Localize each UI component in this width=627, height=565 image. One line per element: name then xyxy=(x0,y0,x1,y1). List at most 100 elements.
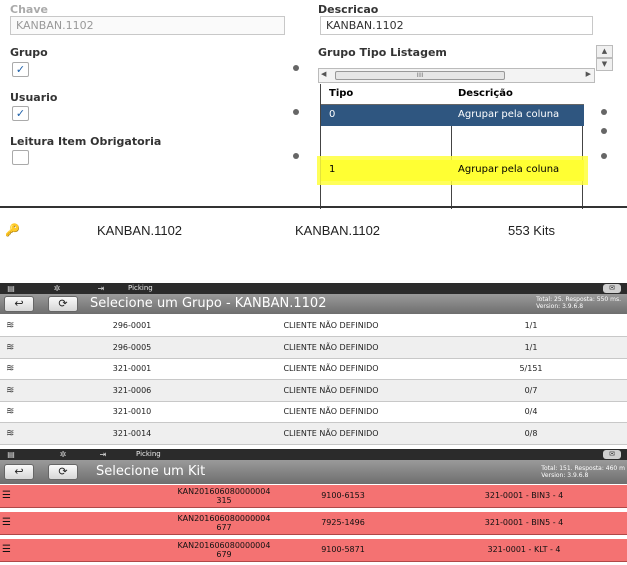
kit-location: 321-0001 - BIN5 - 4 xyxy=(484,518,564,527)
kit-list-row[interactable]: ☰ KAN201606080000004 315 9100-6153 321-0001 … xyxy=(0,485,627,508)
scroll-left-button[interactable]: ◀ xyxy=(321,70,326,78)
screen-title: Selecione um Grupo - KANBAN.1102 xyxy=(90,296,327,311)
layers-icon: ≋ xyxy=(6,384,15,396)
dot-marker xyxy=(293,65,299,71)
leitura-item-label: Leitura Item Obrigatoria xyxy=(10,135,162,148)
kit-code-line-1: KAN201606080000004 xyxy=(177,487,271,496)
leitura-item-checkbox[interactable] xyxy=(12,150,29,165)
kit-part: 9100-5871 xyxy=(321,545,365,554)
group-list-row[interactable]: ≋ 321-0010 CLIENTE NÃO DEFINIDO 0/4 xyxy=(0,401,627,424)
group-list-row[interactable]: ≋ 321-0001 CLIENTE NÃO DEFINIDO 5/151 xyxy=(0,358,627,381)
grupo-tipo-listbox[interactable]: ▲ ▼ ◀ IIII ▶ Tipo Descrição 0 Agrupar pe… xyxy=(318,42,613,222)
summary-col-2: KANBAN.1102 xyxy=(295,223,381,238)
grupo-checkbox[interactable]: ✓ xyxy=(12,62,29,77)
group-selection-screen: ▤ ✲ ⇥ Picking ✉ ↩ ⟳ Selecione um Grupo -… xyxy=(0,283,627,448)
listing-config-form: Chave KANBAN.1102 Descricao KANBAN.1102 … xyxy=(0,0,627,222)
grid-cell-descricao: Agrupar pela coluna xyxy=(458,164,560,175)
scroll-thumb[interactable]: IIII xyxy=(335,71,505,80)
gear-icon[interactable]: ✲ xyxy=(50,283,64,294)
group-client: CLIENTE NÃO DEFINIDO xyxy=(283,321,379,330)
layers-icon: ≋ xyxy=(6,320,15,331)
group-client: CLIENTE NÃO DEFINIDO xyxy=(283,407,379,417)
group-client: CLIENTE NÃO DEFINIDO xyxy=(283,342,379,352)
kit-list-row[interactable]: ☰ KAN201606080000004 677 7925-1496 321-0001 … xyxy=(0,512,627,535)
group-list-row[interactable]: ≋ 296-0005 CLIENTE NÃO DEFINIDO 1/1 xyxy=(0,336,627,359)
group-qty: 1/1 xyxy=(524,321,538,330)
group-qty: 0/8 xyxy=(524,429,538,438)
group-list-row[interactable]: ≋ 296-0001 CLIENTE NÃO DEFINIDO 1/1 xyxy=(0,315,627,337)
screen-header: ↩ ⟳ Selecione um Kit Total: 151. Respost… xyxy=(0,460,627,484)
exit-icon[interactable]: ⇥ xyxy=(96,449,110,460)
back-button[interactable]: ↩ xyxy=(4,296,34,312)
kit-location: 321-0001 - KLT - 4 xyxy=(487,545,561,554)
group-client: CLIENTE NÃO DEFINIDO xyxy=(283,385,379,395)
scroll-up-button[interactable]: ▲ xyxy=(596,45,613,58)
app-title: Picking xyxy=(128,284,153,292)
exit-icon[interactable]: ⇥ xyxy=(94,283,108,294)
version-text: Version: 3.9.6.8 xyxy=(541,472,589,479)
mail-icon[interactable]: ✉ xyxy=(603,284,621,293)
grid-header: Tipo Descrição xyxy=(321,84,584,105)
grid-cell-descricao: Agrupar pela coluna xyxy=(458,109,560,120)
usuario-checkbox[interactable]: ✓ xyxy=(12,106,29,121)
group-list-row[interactable]: ≋ 321-0014 CLIENTE NÃO DEFINIDO 0/8 xyxy=(0,423,627,445)
descricao-label: Descricao xyxy=(318,3,379,16)
response-total: Total: 151. Resposta: 460 m xyxy=(541,465,625,472)
app-title: Picking xyxy=(136,450,161,458)
kit-code-line-2: 677 xyxy=(216,523,232,532)
list-icon: ☰ xyxy=(2,544,11,555)
summary-col-1: KANBAN.1102 xyxy=(97,223,183,238)
group-client: CLIENTE NÃO DEFINIDO xyxy=(283,429,379,438)
list-icon: ☰ xyxy=(2,517,11,528)
group-qty: 0/4 xyxy=(524,407,538,417)
kit-part: 9100-6153 xyxy=(321,491,365,500)
header-tipo: Tipo xyxy=(329,88,354,99)
horizontal-scrollbar[interactable]: ◀ IIII ▶ xyxy=(318,68,595,83)
dot-marker xyxy=(293,109,299,115)
group-qty: 1/1 xyxy=(524,342,538,352)
header-descricao: Descrição xyxy=(458,88,513,99)
summary-row[interactable]: 🔑 KANBAN.1102 KANBAN.1102 553 Kits xyxy=(0,209,627,283)
chave-label: Chave xyxy=(10,3,48,16)
grid-row-highlighted[interactable]: 1 Agrupar pela coluna xyxy=(321,160,584,181)
chave-field[interactable]: KANBAN.1102 xyxy=(10,16,285,35)
kit-selection-screen: ▤ ✲ ⇥ Picking ✉ ↩ ⟳ Selecione um Kit Tot… xyxy=(0,449,627,565)
scroll-right-button[interactable]: ▶ xyxy=(586,70,591,78)
group-code: 321-0010 xyxy=(112,407,152,417)
kit-list-row[interactable]: ☰ KAN201606080000004 679 9100-5871 321-0001 … xyxy=(0,539,627,562)
tipo-grid: Tipo Descrição 0 Agrupar pela coluna 1 A… xyxy=(320,84,584,222)
app-topbar: ▤ ✲ ⇥ Picking ✉ xyxy=(0,283,627,294)
grid-cell-tipo: 1 xyxy=(329,164,336,175)
scroll-down-button[interactable]: ▼ xyxy=(596,58,613,71)
refresh-button[interactable]: ⟳ xyxy=(48,296,78,312)
group-code: 296-0001 xyxy=(112,321,152,330)
kit-code: KAN201606080000004 679 xyxy=(154,541,294,559)
menu-icon[interactable]: ▤ xyxy=(4,449,18,460)
kit-code: KAN201606080000004 315 xyxy=(154,487,294,505)
grid-row-selected[interactable]: 0 Agrupar pela coluna xyxy=(321,105,584,126)
mail-icon[interactable]: ✉ xyxy=(603,450,621,459)
kit-code: KAN201606080000004 677 xyxy=(154,514,294,532)
grid-cell-tipo: 0 xyxy=(329,109,336,120)
menu-icon[interactable]: ▤ xyxy=(4,283,18,294)
descricao-field[interactable]: KANBAN.1102 xyxy=(320,16,593,35)
back-button[interactable]: ↩ xyxy=(4,464,34,480)
group-code: 296-0005 xyxy=(112,342,152,352)
layers-icon: ≋ xyxy=(6,341,15,353)
refresh-button[interactable]: ⟳ xyxy=(48,464,78,480)
layers-icon: ≋ xyxy=(6,428,15,439)
kit-part: 7925-1496 xyxy=(321,518,365,527)
section-divider xyxy=(0,206,627,208)
layers-icon: ≋ xyxy=(6,406,15,418)
usuario-label: Usuario xyxy=(10,91,58,104)
group-code: 321-0014 xyxy=(112,429,152,438)
gear-icon[interactable]: ✲ xyxy=(56,449,70,460)
group-list-row[interactable]: ≋ 321-0006 CLIENTE NÃO DEFINIDO 0/7 xyxy=(0,379,627,402)
kit-location: 321-0001 - BIN3 - 4 xyxy=(484,491,564,500)
kit-code-line-2: 679 xyxy=(216,550,232,559)
group-qty: 5/151 xyxy=(519,364,543,374)
list-icon: ☰ xyxy=(2,490,11,501)
summary-col-3: 553 Kits xyxy=(508,223,555,238)
group-code: 321-0006 xyxy=(112,385,152,395)
kit-code-line-2: 315 xyxy=(216,496,232,505)
